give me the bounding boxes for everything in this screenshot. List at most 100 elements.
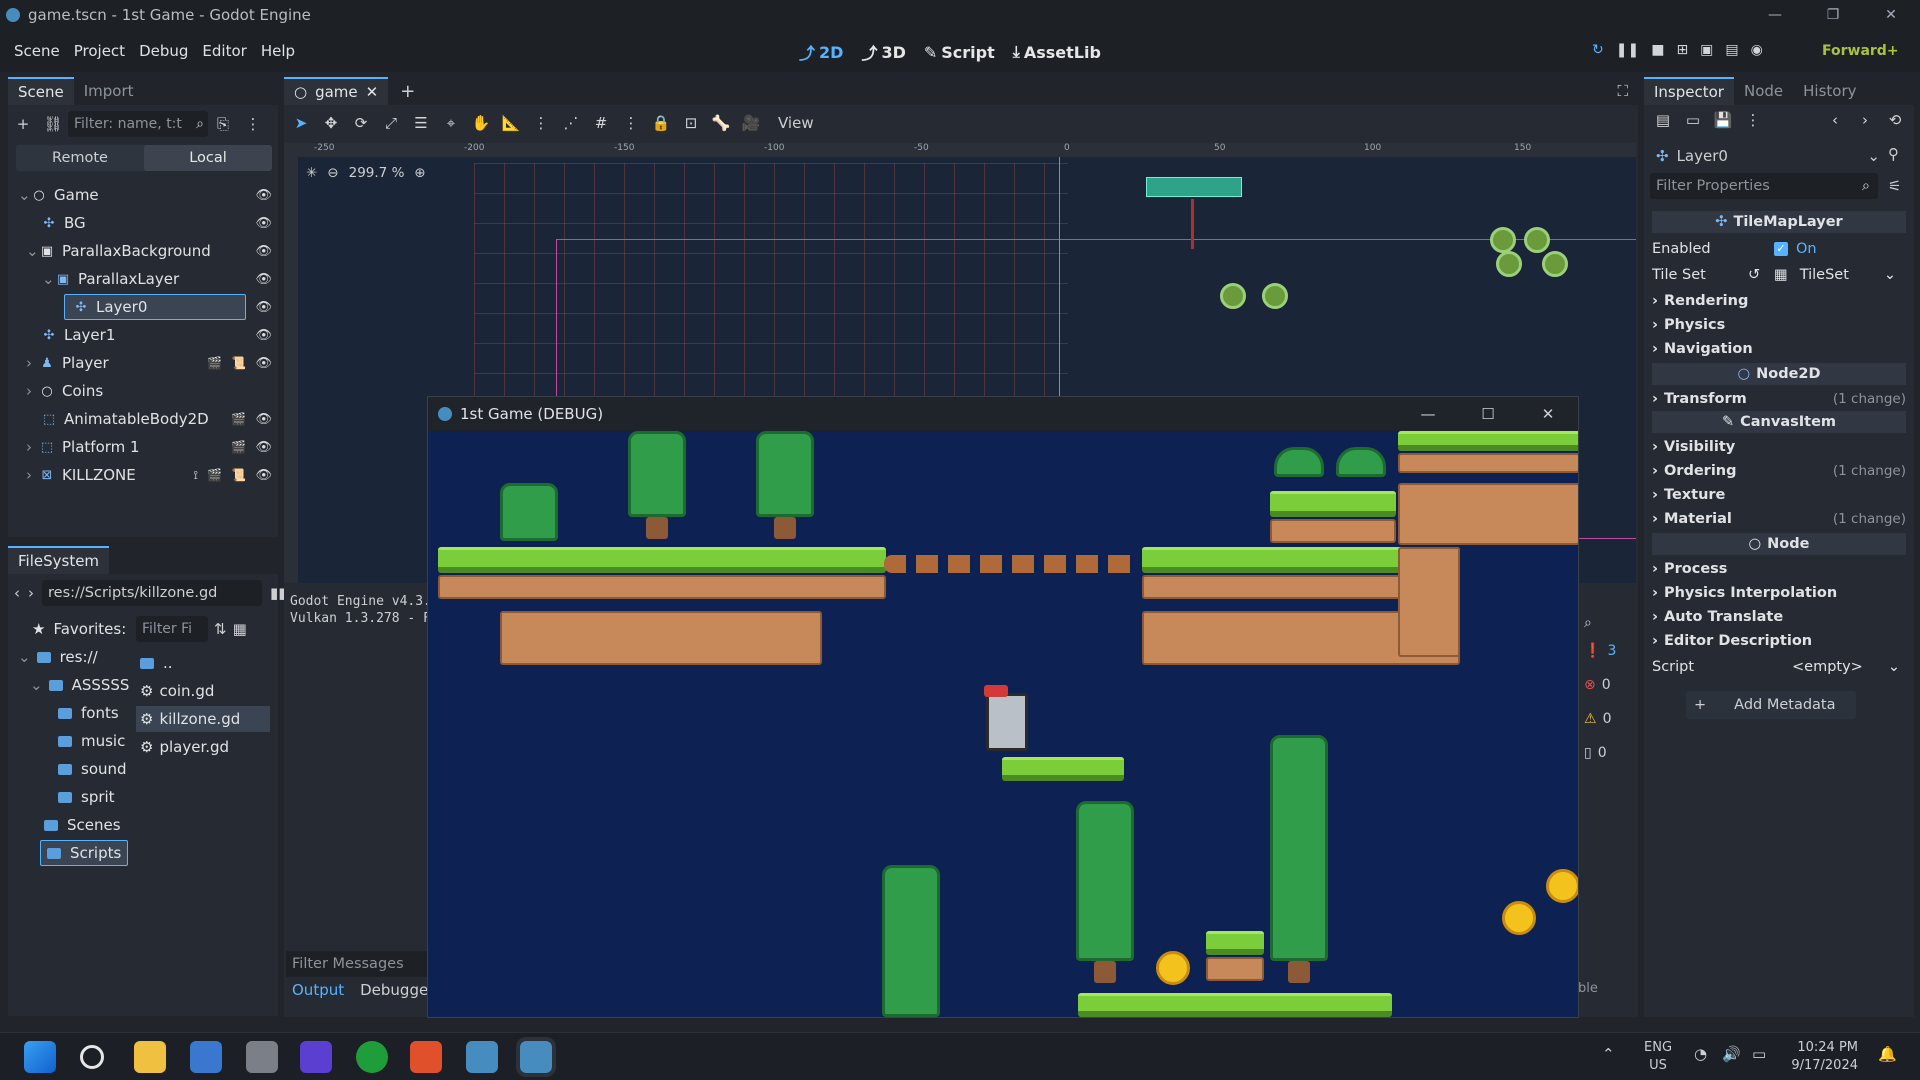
clock[interactable]: 10:24 PM 9/17/2024 xyxy=(1784,1039,1858,1075)
filter-messages-input[interactable]: Filter Messages xyxy=(286,951,436,977)
renderer-selector[interactable]: Forward+ xyxy=(1822,43,1899,59)
tab-node[interactable]: Node xyxy=(1734,77,1793,105)
script-icon[interactable]: 📜 xyxy=(231,468,246,482)
windows-start-icon[interactable] xyxy=(24,1041,56,1073)
visibility-eye-icon[interactable]: 👁 xyxy=(255,188,272,203)
visibility-eye-icon[interactable]: 👁 xyxy=(255,440,272,455)
scale-mode-icon[interactable]: ⤢ xyxy=(376,114,406,132)
wifi-icon[interactable]: ◔ xyxy=(1694,1045,1707,1063)
grid-view-icon[interactable]: ▦ xyxy=(233,620,247,638)
chevron-down-icon[interactable]: ⌄ xyxy=(1888,659,1900,675)
menu-help[interactable]: Help xyxy=(254,42,302,60)
tab-game-scene[interactable]: ○ game ✕ xyxy=(284,77,389,105)
section-visibility[interactable]: › Visibility xyxy=(1652,435,1882,459)
menu-editor[interactable]: Editor xyxy=(195,42,253,60)
xbox-icon[interactable] xyxy=(356,1041,388,1073)
remote-tab[interactable]: Remote xyxy=(16,145,144,171)
folder-res[interactable]: ⌄ res:// xyxy=(18,644,98,670)
bottom-tab-debugger[interactable]: Debugger xyxy=(360,981,434,999)
open-folder-icon[interactable]: ▭ xyxy=(1678,111,1708,129)
godot-icon[interactable] xyxy=(516,1037,556,1077)
tree-node-parallaxbackground[interactable]: ⌄ ▣ ParallaxBackground 👁 xyxy=(26,237,272,265)
sort-icon[interactable]: ⇅ xyxy=(214,620,227,638)
tree-node-animatablebody2d[interactable]: ⬚ AnimatableBody2D 🎬 👁 xyxy=(42,405,272,433)
history-back-icon[interactable]: ‹ xyxy=(1820,111,1850,129)
mode-3d-button[interactable]: ⤴ 3D xyxy=(861,40,905,64)
visibility-eye-icon[interactable]: 👁 xyxy=(255,468,272,483)
visibility-eye-icon[interactable]: 👁 xyxy=(255,244,272,259)
tree-node-platform1[interactable]: › ⬚ Platform 1 🎬 👁 xyxy=(26,433,272,461)
section-editor-description[interactable]: › Editor Description xyxy=(1652,629,1882,653)
tree-node-parallaxlayer[interactable]: ⌄ ▣ ParallaxLayer 👁 xyxy=(42,265,272,293)
section-auto-translate[interactable]: › Auto Translate xyxy=(1652,605,1882,629)
close-tab-icon[interactable]: ✕ xyxy=(366,83,379,101)
stop-icon[interactable]: ■ xyxy=(1651,42,1664,58)
local-tab[interactable]: Local xyxy=(144,145,272,171)
search-icon[interactable]: ⌕ xyxy=(1584,615,1624,643)
visibility-eye-icon[interactable]: 👁 xyxy=(255,216,272,231)
tree-node-layer1[interactable]: ✣ Layer1 👁 xyxy=(42,321,272,349)
more-icon[interactable]: ⋮ xyxy=(238,115,268,133)
history-forward-icon[interactable]: › xyxy=(1850,111,1880,129)
section-rendering[interactable]: › Rendering xyxy=(1652,289,1882,313)
close-icon[interactable]: ✕ xyxy=(1862,0,1920,30)
attach-script-icon[interactable]: ⎘ xyxy=(208,115,238,133)
forward-icon[interactable]: › xyxy=(28,584,34,602)
tree-node-killzone[interactable]: › ⊠ KILLZONE ⟟ 🎬 📜 👁 xyxy=(26,461,272,489)
script-icon[interactable]: 📜 xyxy=(231,356,246,370)
skeleton-icon[interactable]: 🦴 xyxy=(706,114,736,132)
minimize-icon[interactable]: — xyxy=(1746,0,1804,30)
object-history-icon[interactable]: ⟲ xyxy=(1880,111,1910,129)
tree-node-game[interactable]: ⌄ ○ Game 👁 xyxy=(18,181,272,209)
play-scene-icon[interactable]: ▣ xyxy=(1700,42,1713,58)
mode-2d-button[interactable]: ⤴ 2D xyxy=(799,40,843,64)
object-selector[interactable]: ✣ Layer0 ⌄ xyxy=(1650,143,1880,169)
lock-icon[interactable]: 🔒 xyxy=(646,114,676,132)
section-material[interactable]: › Material (1 change) xyxy=(1652,507,1906,531)
favorites-item[interactable]: ★ Favorites: xyxy=(32,616,126,642)
visibility-eye-icon[interactable]: 👁 xyxy=(255,356,272,371)
tree-node-bg[interactable]: ✣ BG 👁 xyxy=(42,209,272,237)
app-icon[interactable] xyxy=(246,1041,278,1073)
section-physics[interactable]: › Physics xyxy=(1652,313,1882,337)
section-process[interactable]: › Process xyxy=(1652,557,1882,581)
menu-debug[interactable]: Debug xyxy=(132,42,195,60)
pause-icon[interactable]: ❚❚ xyxy=(1616,42,1639,58)
center-view-icon[interactable]: ✳ xyxy=(306,165,317,181)
file-filter-input[interactable]: Filter Fi xyxy=(136,616,208,642)
tileset-resource-field[interactable]: ▦ TileSet xyxy=(1774,267,1849,283)
tab-scene[interactable]: Scene xyxy=(8,77,74,105)
section-texture[interactable]: › Texture xyxy=(1652,483,1882,507)
tab-inspector[interactable]: Inspector xyxy=(1644,77,1734,105)
visibility-eye-icon[interactable]: 👁 xyxy=(255,328,272,343)
folder-scenes[interactable]: Scenes xyxy=(44,812,121,838)
reload-icon[interactable]: ↻ xyxy=(1592,42,1604,58)
scene-instance-icon[interactable]: 🎬 xyxy=(231,440,246,454)
remote-debug-icon[interactable]: ⊞ xyxy=(1676,42,1688,58)
menu-project[interactable]: Project xyxy=(67,42,132,60)
search-icon[interactable] xyxy=(80,1045,104,1069)
camera-override-icon[interactable]: 🎥 xyxy=(736,114,766,132)
chevron-down-icon[interactable]: ⌄ xyxy=(1884,267,1896,283)
scene-filter-input[interactable]: Filter: name, t:t ⌕ xyxy=(68,111,208,137)
tree-node-layer0[interactable]: ✣ Layer0 👁 xyxy=(64,293,272,321)
rotate-mode-icon[interactable]: ⟳ xyxy=(346,114,376,132)
distraction-free-icon[interactable]: ⛶ xyxy=(1617,82,1628,100)
zoom-in-icon[interactable]: ⊕ xyxy=(414,165,425,181)
folder-fonts[interactable]: fonts xyxy=(58,700,119,726)
tree-node-coins[interactable]: › ○ Coins xyxy=(26,377,272,405)
mode-script-button[interactable]: ✎ Script xyxy=(924,40,995,64)
close-icon[interactable]: ✕ xyxy=(1518,397,1578,431)
store-icon[interactable] xyxy=(190,1041,222,1073)
folder-sprit[interactable]: sprit xyxy=(58,784,115,810)
scene-instance-icon[interactable]: 🎬 xyxy=(231,412,246,426)
grid-snap-icon[interactable]: # xyxy=(586,114,616,132)
movie-maker-icon[interactable]: ◉ xyxy=(1751,42,1763,58)
ruler-icon[interactable]: 📐 xyxy=(496,114,526,132)
mode-assetlib-button[interactable]: ⤓ AssetLib xyxy=(1013,40,1101,64)
file-player-gd[interactable]: ⚙ player.gd xyxy=(140,734,229,760)
menu-scene[interactable]: Scene xyxy=(7,42,67,60)
visibility-eye-icon[interactable]: 👁 xyxy=(255,300,272,315)
filter-options-icon[interactable]: ⚟ xyxy=(1888,177,1901,195)
volume-icon[interactable]: 🔊 xyxy=(1722,1045,1741,1063)
